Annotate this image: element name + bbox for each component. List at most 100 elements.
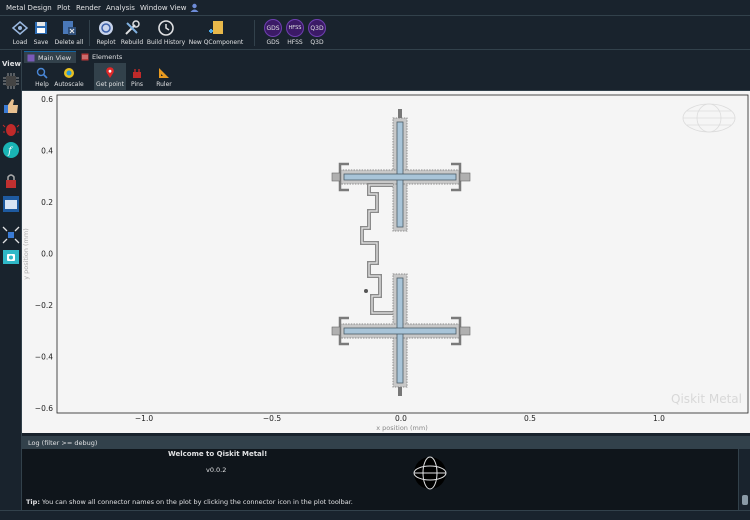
qiskit-logo-icon: [413, 456, 447, 490]
pins-button[interactable]: Pins: [128, 63, 146, 91]
gds-renderer-button[interactable]: GDS GDS: [262, 16, 284, 50]
hfss-label: HFSS: [287, 39, 303, 46]
fullscreen-icon[interactable]: [2, 226, 20, 244]
load-icon: [11, 21, 29, 35]
y-tick-label: −0.4: [35, 353, 53, 362]
delete-all-icon: [63, 21, 76, 35]
get-point-label: Get point: [96, 81, 124, 88]
log-tip-label: Tip:: [26, 498, 40, 506]
rebuild-button[interactable]: Rebuild: [120, 16, 144, 50]
y-tick-label: −0.6: [35, 404, 53, 413]
get-point-icon: [106, 67, 114, 78]
log-header: Log (filter >= debug): [22, 437, 750, 449]
main-toolbar: Load Save Delete all Replot Rebuild Buil…: [0, 16, 750, 50]
x-tick-label: 0.5: [524, 414, 536, 423]
new-qcomponent-button[interactable]: New QComponent: [189, 16, 243, 50]
replot-button[interactable]: Replot: [94, 16, 118, 50]
gds-label: GDS: [266, 39, 280, 46]
status-bar: [0, 510, 750, 520]
layout-plot[interactable]: 0.6 0.4 0.2 0.0 −0.2 −0.4 −0.6 −1.0 −0.5…: [22, 91, 750, 433]
screenshot-icon[interactable]: [2, 248, 20, 266]
tab-elements-label: Elements: [92, 53, 123, 61]
log-scrollbar-thumb[interactable]: [742, 495, 748, 505]
build-history-label: Build History: [146, 39, 186, 46]
help-icon: [36, 67, 48, 79]
ruler-button[interactable]: Ruler: [154, 63, 174, 91]
hfss-renderer-button[interactable]: HFSS HFSS: [284, 16, 306, 50]
y-tick-label: 0.2: [41, 198, 53, 207]
menu-plot[interactable]: Plot: [57, 4, 70, 12]
log-welcome: Welcome to Qiskit Metal!: [168, 450, 268, 458]
y-tick-label: 0.4: [41, 147, 53, 156]
x-axis-label: x position (mm): [376, 424, 427, 432]
q3d-renderer-button[interactable]: Q3D Q3D: [306, 16, 328, 50]
x-tick-label: 0.0: [395, 414, 407, 423]
function-icon[interactable]: f: [2, 141, 20, 159]
sidebar-title: View: [2, 60, 21, 68]
toolbar-separator: [89, 20, 90, 46]
load-label: Load: [12, 39, 28, 46]
y-tick-label: 0.0: [41, 250, 53, 259]
autoscale-button[interactable]: Autoscale: [54, 63, 84, 91]
replot-label: Replot: [96, 39, 116, 46]
tab-main-view-label: Main View: [38, 54, 72, 62]
menu-bar: Metal Design Plot Render Analysis Window…: [0, 0, 750, 16]
pins-icon: [133, 69, 141, 78]
tab-main-view[interactable]: Main View: [24, 51, 76, 63]
plot-canvas[interactable]: 0.6 0.4 0.2 0.0 −0.2 −0.4 −0.6 −1.0 −0.5…: [22, 91, 750, 433]
get-point-button[interactable]: Get point: [94, 63, 126, 91]
delete-all-label: Delete all: [54, 39, 84, 46]
plot-toolbar: Help Autoscale Get point Pins Ruler: [22, 63, 750, 91]
menu-window-view[interactable]: Window View: [140, 4, 186, 12]
lock-icon[interactable]: [2, 172, 20, 190]
help-label: Help: [35, 81, 49, 88]
x-tick-label: −0.5: [263, 414, 281, 423]
build-history-button[interactable]: Build History: [147, 16, 185, 50]
save-label: Save: [33, 39, 49, 46]
x-tick-label: 1.0: [653, 414, 665, 423]
q3d-label: Q3D: [310, 39, 324, 46]
log-scrollbar[interactable]: [738, 449, 750, 511]
main-view-icon: [27, 54, 35, 62]
replot-icon: [99, 21, 113, 35]
log-tip-text: You can show all connector names on the …: [42, 498, 353, 506]
new-qcomponent-label: New QComponent: [188, 39, 244, 46]
elements-icon: [81, 53, 89, 61]
menu-analysis[interactable]: Analysis: [106, 4, 135, 12]
new-qcomponent-icon: [209, 21, 223, 34]
window-icon[interactable]: [2, 195, 20, 213]
view-tabs: Main View Elements: [22, 50, 750, 63]
menu-render[interactable]: Render: [76, 4, 101, 12]
menu-metal-design[interactable]: Metal Design: [6, 4, 52, 12]
autoscale-label: Autoscale: [54, 81, 84, 88]
log-output[interactable]: Welcome to Qiskit Metal! v0.0.2 Tip: You…: [22, 449, 738, 511]
help-button[interactable]: Help: [32, 63, 52, 91]
ruler-label: Ruler: [156, 81, 172, 88]
y-axis-label: y position (mm): [22, 228, 30, 279]
autoscale-icon: [64, 68, 74, 78]
view-sidebar: View f: [0, 50, 22, 510]
log-panel: Log (filter >= debug) Welcome to Qiskit …: [22, 436, 750, 511]
log-tip: Tip: You can show all connector names on…: [26, 498, 353, 506]
thumbs-up-icon[interactable]: [2, 97, 20, 115]
save-icon: [35, 22, 47, 34]
watermark: Qiskit Metal: [671, 392, 742, 406]
delete-all-button[interactable]: Delete all: [53, 16, 85, 50]
log-version: v0.0.2: [206, 466, 227, 474]
y-tick-label: 0.6: [41, 95, 53, 104]
ruler-icon: [159, 68, 169, 78]
chip-icon[interactable]: [2, 72, 20, 90]
toolbar-separator: [254, 20, 255, 46]
x-tick-label: −1.0: [135, 414, 153, 423]
tab-elements[interactable]: Elements: [78, 51, 126, 63]
hfss-icon: HFSS: [286, 19, 304, 37]
user-icon[interactable]: [190, 3, 199, 12]
build-history-icon: [158, 20, 174, 36]
y-tick-label: −0.2: [35, 301, 53, 310]
gds-icon: GDS: [264, 19, 282, 37]
bug-icon[interactable]: [2, 120, 20, 138]
pins-label: Pins: [130, 81, 144, 88]
save-button[interactable]: Save: [30, 16, 52, 50]
rebuild-icon: [125, 20, 140, 35]
q3d-icon: Q3D: [308, 19, 326, 37]
